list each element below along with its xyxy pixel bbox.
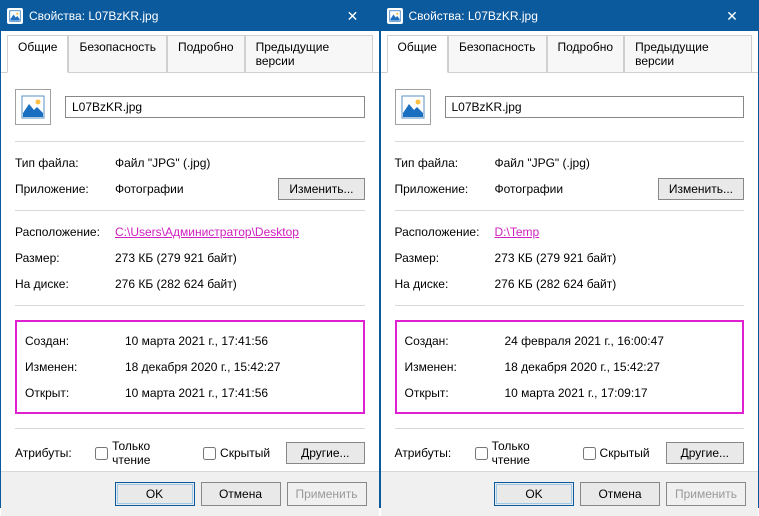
ok-button[interactable]: OK: [115, 482, 195, 506]
hidden-checkbox[interactable]: Скрытый: [583, 446, 650, 460]
created-label: Создан:: [25, 334, 125, 348]
ondisk-label: На диске:: [15, 277, 115, 291]
ondisk-value: 276 КБ (282 624 байт): [115, 277, 237, 291]
hidden-checkbox[interactable]: Скрытый: [203, 446, 270, 460]
modified-value: 18 декабря 2020 г., 15:42:27: [125, 360, 280, 374]
tab-previous-versions[interactable]: Предыдущие версии: [624, 35, 752, 72]
other-attributes-button[interactable]: Другие...: [666, 442, 744, 464]
separator: [395, 305, 745, 306]
window-title: Свойства: L07BzKR.jpg: [409, 9, 713, 23]
file-type-icon: [15, 89, 51, 125]
filetype-value: Файл "JPG" (.jpg): [115, 156, 210, 170]
apply-button: Применить: [287, 482, 367, 506]
separator: [15, 210, 365, 211]
ok-button[interactable]: OK: [494, 482, 574, 506]
hidden-label: Скрытый: [220, 446, 270, 460]
separator: [395, 428, 745, 429]
apply-button: Применить: [666, 482, 746, 506]
accessed-value: 10 марта 2021 г., 17:09:17: [505, 386, 648, 400]
filename-input[interactable]: [65, 96, 365, 118]
filetype-label: Тип файла:: [395, 156, 495, 170]
modified-label: Изменен:: [405, 360, 505, 374]
ondisk-label: На диске:: [395, 277, 495, 291]
separator: [395, 210, 745, 211]
attributes-label: Атрибуты:: [395, 446, 469, 460]
modified-value: 18 декабря 2020 г., 15:42:27: [505, 360, 660, 374]
created-value: 10 марта 2021 г., 17:41:56: [125, 334, 268, 348]
image-file-icon: [7, 8, 23, 24]
cancel-button[interactable]: Отмена: [201, 482, 281, 506]
tab-details[interactable]: Подробно: [167, 35, 245, 72]
location-label: Расположение:: [15, 225, 115, 239]
tab-details[interactable]: Подробно: [547, 35, 625, 72]
created-label: Создан:: [405, 334, 505, 348]
separator: [15, 141, 365, 142]
size-label: Размер:: [15, 251, 115, 265]
titlebar[interactable]: Свойства: L07BzKR.jpg ✕: [381, 1, 759, 31]
cancel-button[interactable]: Отмена: [580, 482, 660, 506]
location-value: C:\Users\Администратор\Desktop: [115, 225, 299, 239]
readonly-checkbox[interactable]: Только чтение: [95, 439, 187, 467]
properties-window-left: Свойства: L07BzKR.jpg ✕ Общие Безопаснос…: [0, 0, 380, 508]
readonly-label: Только чтение: [492, 439, 567, 467]
accessed-value: 10 марта 2021 г., 17:41:56: [125, 386, 268, 400]
tab-strip: Общие Безопасность Подробно Предыдущие в…: [381, 31, 759, 73]
tab-security[interactable]: Безопасность: [68, 35, 167, 72]
readonly-label: Только чтение: [112, 439, 187, 467]
ondisk-value: 276 КБ (282 624 байт): [495, 277, 617, 291]
image-file-icon: [387, 8, 403, 24]
application-value: Фотографии: [495, 182, 658, 196]
size-label: Размер:: [395, 251, 495, 265]
tab-content: Тип файла:Файл "JPG" (.jpg) Приложение:Ф…: [1, 73, 379, 471]
file-type-icon: [395, 89, 431, 125]
window-title: Свойства: L07BzKR.jpg: [29, 9, 333, 23]
application-label: Приложение:: [15, 182, 115, 196]
filetype-label: Тип файла:: [15, 156, 115, 170]
readonly-checkbox[interactable]: Только чтение: [475, 439, 567, 467]
dates-highlight-box: Создан:10 марта 2021 г., 17:41:56 Измене…: [15, 320, 365, 414]
tab-strip: Общие Безопасность Подробно Предыдущие в…: [1, 31, 379, 73]
close-button[interactable]: ✕: [712, 1, 752, 31]
separator: [15, 305, 365, 306]
location-label: Расположение:: [395, 225, 495, 239]
dates-highlight-box: Создан:24 февраля 2021 г., 16:00:47 Изме…: [395, 320, 745, 414]
filename-input[interactable]: [445, 96, 745, 118]
application-label: Приложение:: [395, 182, 495, 196]
tab-security[interactable]: Безопасность: [448, 35, 547, 72]
hidden-label: Скрытый: [600, 446, 650, 460]
other-attributes-button[interactable]: Другие...: [286, 442, 364, 464]
tab-general[interactable]: Общие: [7, 35, 68, 73]
accessed-label: Открыт:: [405, 386, 505, 400]
filetype-value: Файл "JPG" (.jpg): [495, 156, 590, 170]
separator: [15, 428, 365, 429]
location-value: D:\Temp: [495, 225, 540, 239]
change-app-button[interactable]: Изменить...: [658, 178, 744, 200]
attributes-label: Атрибуты:: [15, 446, 89, 460]
size-value: 273 КБ (279 921 байт): [115, 251, 237, 265]
titlebar[interactable]: Свойства: L07BzKR.jpg ✕: [1, 1, 379, 31]
created-value: 24 февраля 2021 г., 16:00:47: [505, 334, 664, 348]
tab-previous-versions[interactable]: Предыдущие версии: [245, 35, 373, 72]
dialog-footer: OK Отмена Применить: [381, 471, 759, 516]
close-button[interactable]: ✕: [333, 1, 373, 31]
dialog-footer: OK Отмена Применить: [1, 471, 379, 516]
tab-content: Тип файла:Файл "JPG" (.jpg) Приложение:Ф…: [381, 73, 759, 471]
change-app-button[interactable]: Изменить...: [278, 178, 364, 200]
properties-window-right: Свойства: L07BzKR.jpg ✕ Общие Безопаснос…: [380, 0, 759, 508]
modified-label: Изменен:: [25, 360, 125, 374]
tab-general[interactable]: Общие: [387, 35, 448, 73]
application-value: Фотографии: [115, 182, 278, 196]
size-value: 273 КБ (279 921 байт): [495, 251, 617, 265]
accessed-label: Открыт:: [25, 386, 125, 400]
separator: [395, 141, 745, 142]
